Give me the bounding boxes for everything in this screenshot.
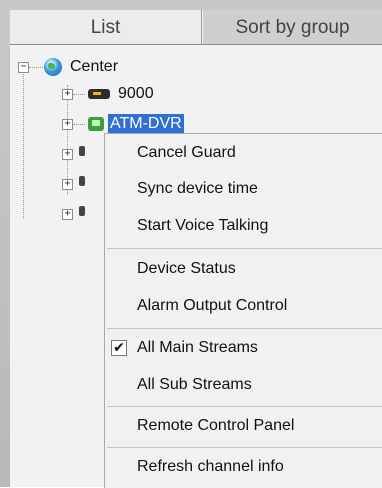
dvr-icon — [88, 89, 110, 99]
tree-node-label: Center — [70, 58, 119, 75]
context-menu: Cancel Guard Sync device time Start Voic… — [104, 133, 382, 488]
menu-separator — [107, 447, 382, 448]
collapse-root-toggle[interactable]: − — [18, 62, 29, 73]
expand-device-toggle[interactable]: + — [62, 209, 73, 220]
menu-item-refresh-channel-info[interactable]: Refresh channel info — [105, 452, 382, 482]
menu-separator — [107, 328, 382, 329]
tab-bar: List Sort by group — [10, 0, 382, 45]
menu-item-remote-control-panel[interactable]: Remote Control Panel — [105, 411, 382, 441]
menu-item-sync-device-time[interactable]: Sync device time — [105, 174, 382, 204]
menu-item-all-sub-streams[interactable]: All Sub Streams — [105, 370, 382, 400]
menu-separator — [107, 406, 382, 407]
expand-device-toggle[interactable]: + — [62, 149, 73, 160]
tab-list[interactable]: List — [10, 10, 202, 44]
device-icon — [79, 146, 85, 156]
menu-item-start-voice-talking[interactable]: Start Voice Talking — [105, 211, 382, 241]
menu-item-all-main-streams[interactable]: ✔ All Main Streams — [105, 333, 382, 363]
menu-separator — [107, 248, 382, 249]
expand-device-toggle[interactable]: + — [62, 179, 73, 190]
tree-node-9000[interactable]: 9000 — [88, 83, 154, 105]
menu-item-cancel-guard[interactable]: Cancel Guard — [105, 138, 382, 168]
device-icon — [79, 176, 85, 186]
tree-connector — [23, 69, 24, 219]
globe-icon — [44, 58, 62, 76]
tree-connector — [73, 124, 85, 125]
expand-device-toggle[interactable]: + — [62, 119, 73, 130]
tree-node-label: 9000 — [118, 85, 154, 102]
tree-node-atm-dvr[interactable]: ATM-DVR — [88, 113, 184, 135]
tree-node-label-selected: ATM-DVR — [108, 114, 184, 134]
window-left-edge — [0, 0, 10, 487]
menu-item-label: All Main Streams — [137, 339, 258, 356]
device-icon — [79, 206, 85, 216]
tree-connector — [73, 94, 85, 95]
atm-device-icon — [88, 117, 104, 131]
menu-item-device-status[interactable]: Device Status — [105, 254, 382, 284]
menu-item-alarm-output-control[interactable]: Alarm Output Control — [105, 291, 382, 321]
check-icon: ✔ — [111, 340, 127, 356]
expand-device-toggle[interactable]: + — [62, 89, 73, 100]
tree-node-center[interactable]: Center — [44, 56, 118, 78]
tab-sort-by-group[interactable]: Sort by group — [202, 10, 382, 44]
tab-bar-top-strip — [10, 0, 382, 10]
